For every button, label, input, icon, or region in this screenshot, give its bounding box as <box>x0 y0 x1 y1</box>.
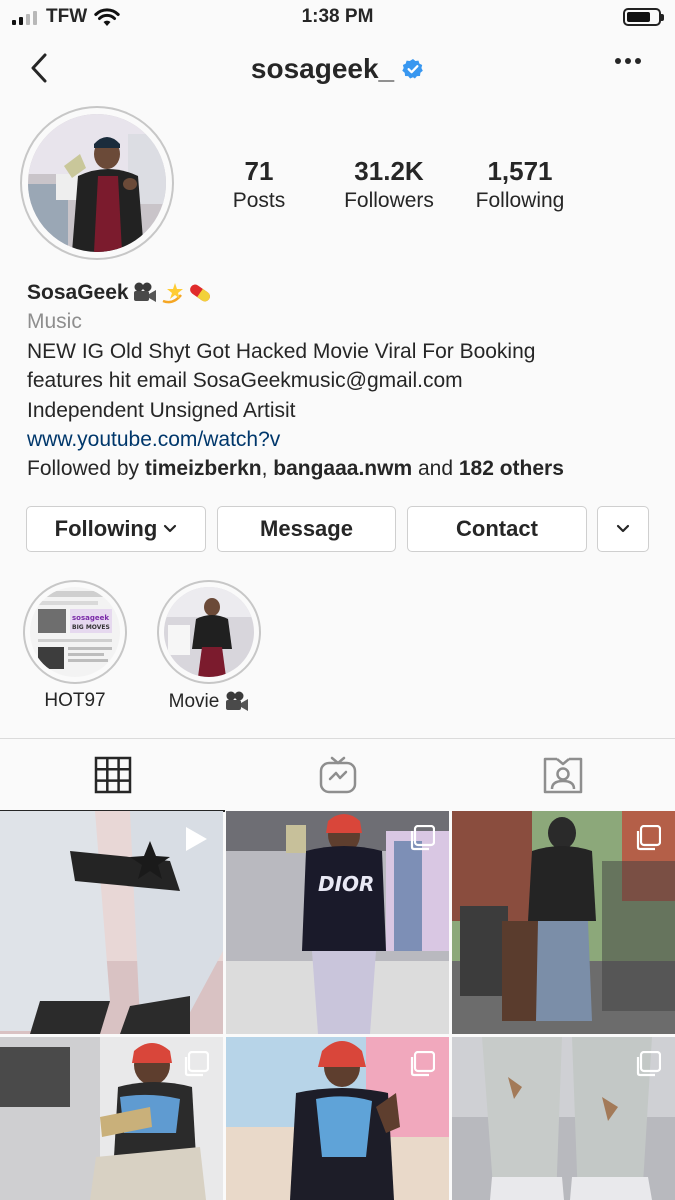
followers-number: 31.2K <box>354 156 424 186</box>
status-bar: TFW 1:38 PM <box>0 0 675 36</box>
story-highlight-movie[interactable]: Movie <box>157 580 261 714</box>
followed-by-user: bangaaa.nwm <box>273 457 413 481</box>
followed-by-prefix: Followed by <box>27 457 145 481</box>
clock: 1:38 PM <box>301 6 374 27</box>
highlight-ring: sosageek BIG MOVES <box>23 580 127 684</box>
followed-by-and: and <box>412 457 459 481</box>
svg-text:sosageek: sosageek <box>72 614 109 622</box>
tab-tagged[interactable] <box>450 739 675 811</box>
post-thumbnail[interactable] <box>0 811 223 1034</box>
highlight-title: Movie <box>168 691 220 712</box>
bio-line: features hit email SosaGeekmusic@gmail.c… <box>27 369 463 393</box>
profile-content-tabs <box>0 738 675 812</box>
dizzy-star-emoji-icon <box>162 282 183 304</box>
followed-by-others: 182 others <box>458 457 564 481</box>
highlight-label: Movie <box>157 690 261 714</box>
multiple-posts-icon <box>410 1051 435 1077</box>
tab-igtv[interactable] <box>225 739 450 811</box>
multiple-posts-icon <box>184 1051 209 1077</box>
highlight-cover: sosageek BIG MOVES <box>30 587 120 677</box>
avatar-photo <box>28 114 166 252</box>
chevron-down-icon <box>164 524 177 533</box>
battery-level <box>627 12 650 22</box>
post-thumbnail[interactable] <box>0 1037 223 1200</box>
tagged-person-icon <box>543 757 582 794</box>
post-thumbnail[interactable] <box>226 1037 449 1200</box>
verified-badge-icon <box>402 59 423 79</box>
profile-avatar[interactable] <box>20 106 174 260</box>
highlight-ring <box>157 580 261 684</box>
message-button[interactable]: Message <box>217 506 396 552</box>
bio-website-link[interactable]: www.youtube.com/watch?v <box>27 425 657 454</box>
followers-count[interactable]: 31.2K Followers <box>334 156 444 216</box>
story-highlight-hot97[interactable]: sosageek BIG MOVES HOT97 <box>23 580 127 712</box>
tab-grid[interactable] <box>0 739 225 812</box>
following-button-label: Following <box>54 516 158 541</box>
profile-nav-bar: sosageek_ <box>0 36 675 100</box>
post-thumbnail[interactable]: DIOR <box>226 811 449 1034</box>
posts-count: 71 Posts <box>209 156 309 216</box>
bio-line: NEW IG Old Shyt Got Hacked Movie Viral F… <box>27 339 536 363</box>
video-play-icon <box>186 827 207 851</box>
followed-by-line[interactable]: Followed by timeizberkn, bangaaa.nwm and… <box>27 454 657 483</box>
pill-emoji-icon <box>189 284 210 302</box>
nav-title: sosageek_ <box>0 53 675 85</box>
multiple-posts-icon <box>410 825 435 851</box>
posts-grid: DIOR <box>0 811 675 1200</box>
post-thumbnail[interactable] <box>452 811 675 1034</box>
profile-bio: SosaGeek Music NEW IG Old Shyt Got Hacke… <box>27 278 657 484</box>
contact-button-label: Contact <box>456 516 538 541</box>
bio-line: Independent Unsigned Artisit <box>27 398 296 422</box>
followers-label: Followers <box>344 189 434 212</box>
battery-icon <box>623 8 664 26</box>
message-button-label: Message <box>260 516 353 541</box>
more-options-icon[interactable] <box>615 58 641 64</box>
suggested-accounts-button[interactable] <box>597 506 649 552</box>
followed-by-separator: , <box>261 457 274 481</box>
display-name: SosaGeek <box>27 281 129 304</box>
igtv-icon <box>319 756 356 794</box>
multiple-posts-icon <box>636 1051 661 1077</box>
svg-text:DIOR: DIOR <box>318 872 374 896</box>
followed-by-user: timeizberkn <box>144 457 262 481</box>
movie-camera-emoji-icon <box>133 282 156 302</box>
following-label: Following <box>475 189 565 212</box>
following-button[interactable]: Following <box>26 506 206 552</box>
highlight-label: HOT97 <box>23 690 127 712</box>
profile-username: sosageek_ <box>250 53 395 84</box>
post-thumbnail[interactable] <box>452 1037 675 1200</box>
svg-text:BIG MOVES: BIG MOVES <box>72 624 110 631</box>
following-count[interactable]: 1,571 Following <box>465 156 575 216</box>
movie-camera-emoji-icon <box>226 691 249 711</box>
posts-label: Posts <box>232 189 286 212</box>
highlight-title: HOT97 <box>44 690 106 711</box>
chevron-down-icon <box>616 524 630 533</box>
grid-icon <box>94 756 131 794</box>
posts-number: 71 <box>244 156 274 186</box>
contact-button[interactable]: Contact <box>407 506 587 552</box>
profile-category: Music <box>27 310 82 334</box>
following-number: 1,571 <box>487 156 553 186</box>
multiple-posts-icon <box>636 825 661 851</box>
highlight-cover <box>164 587 254 677</box>
bio-name-row: SosaGeek <box>27 278 657 307</box>
